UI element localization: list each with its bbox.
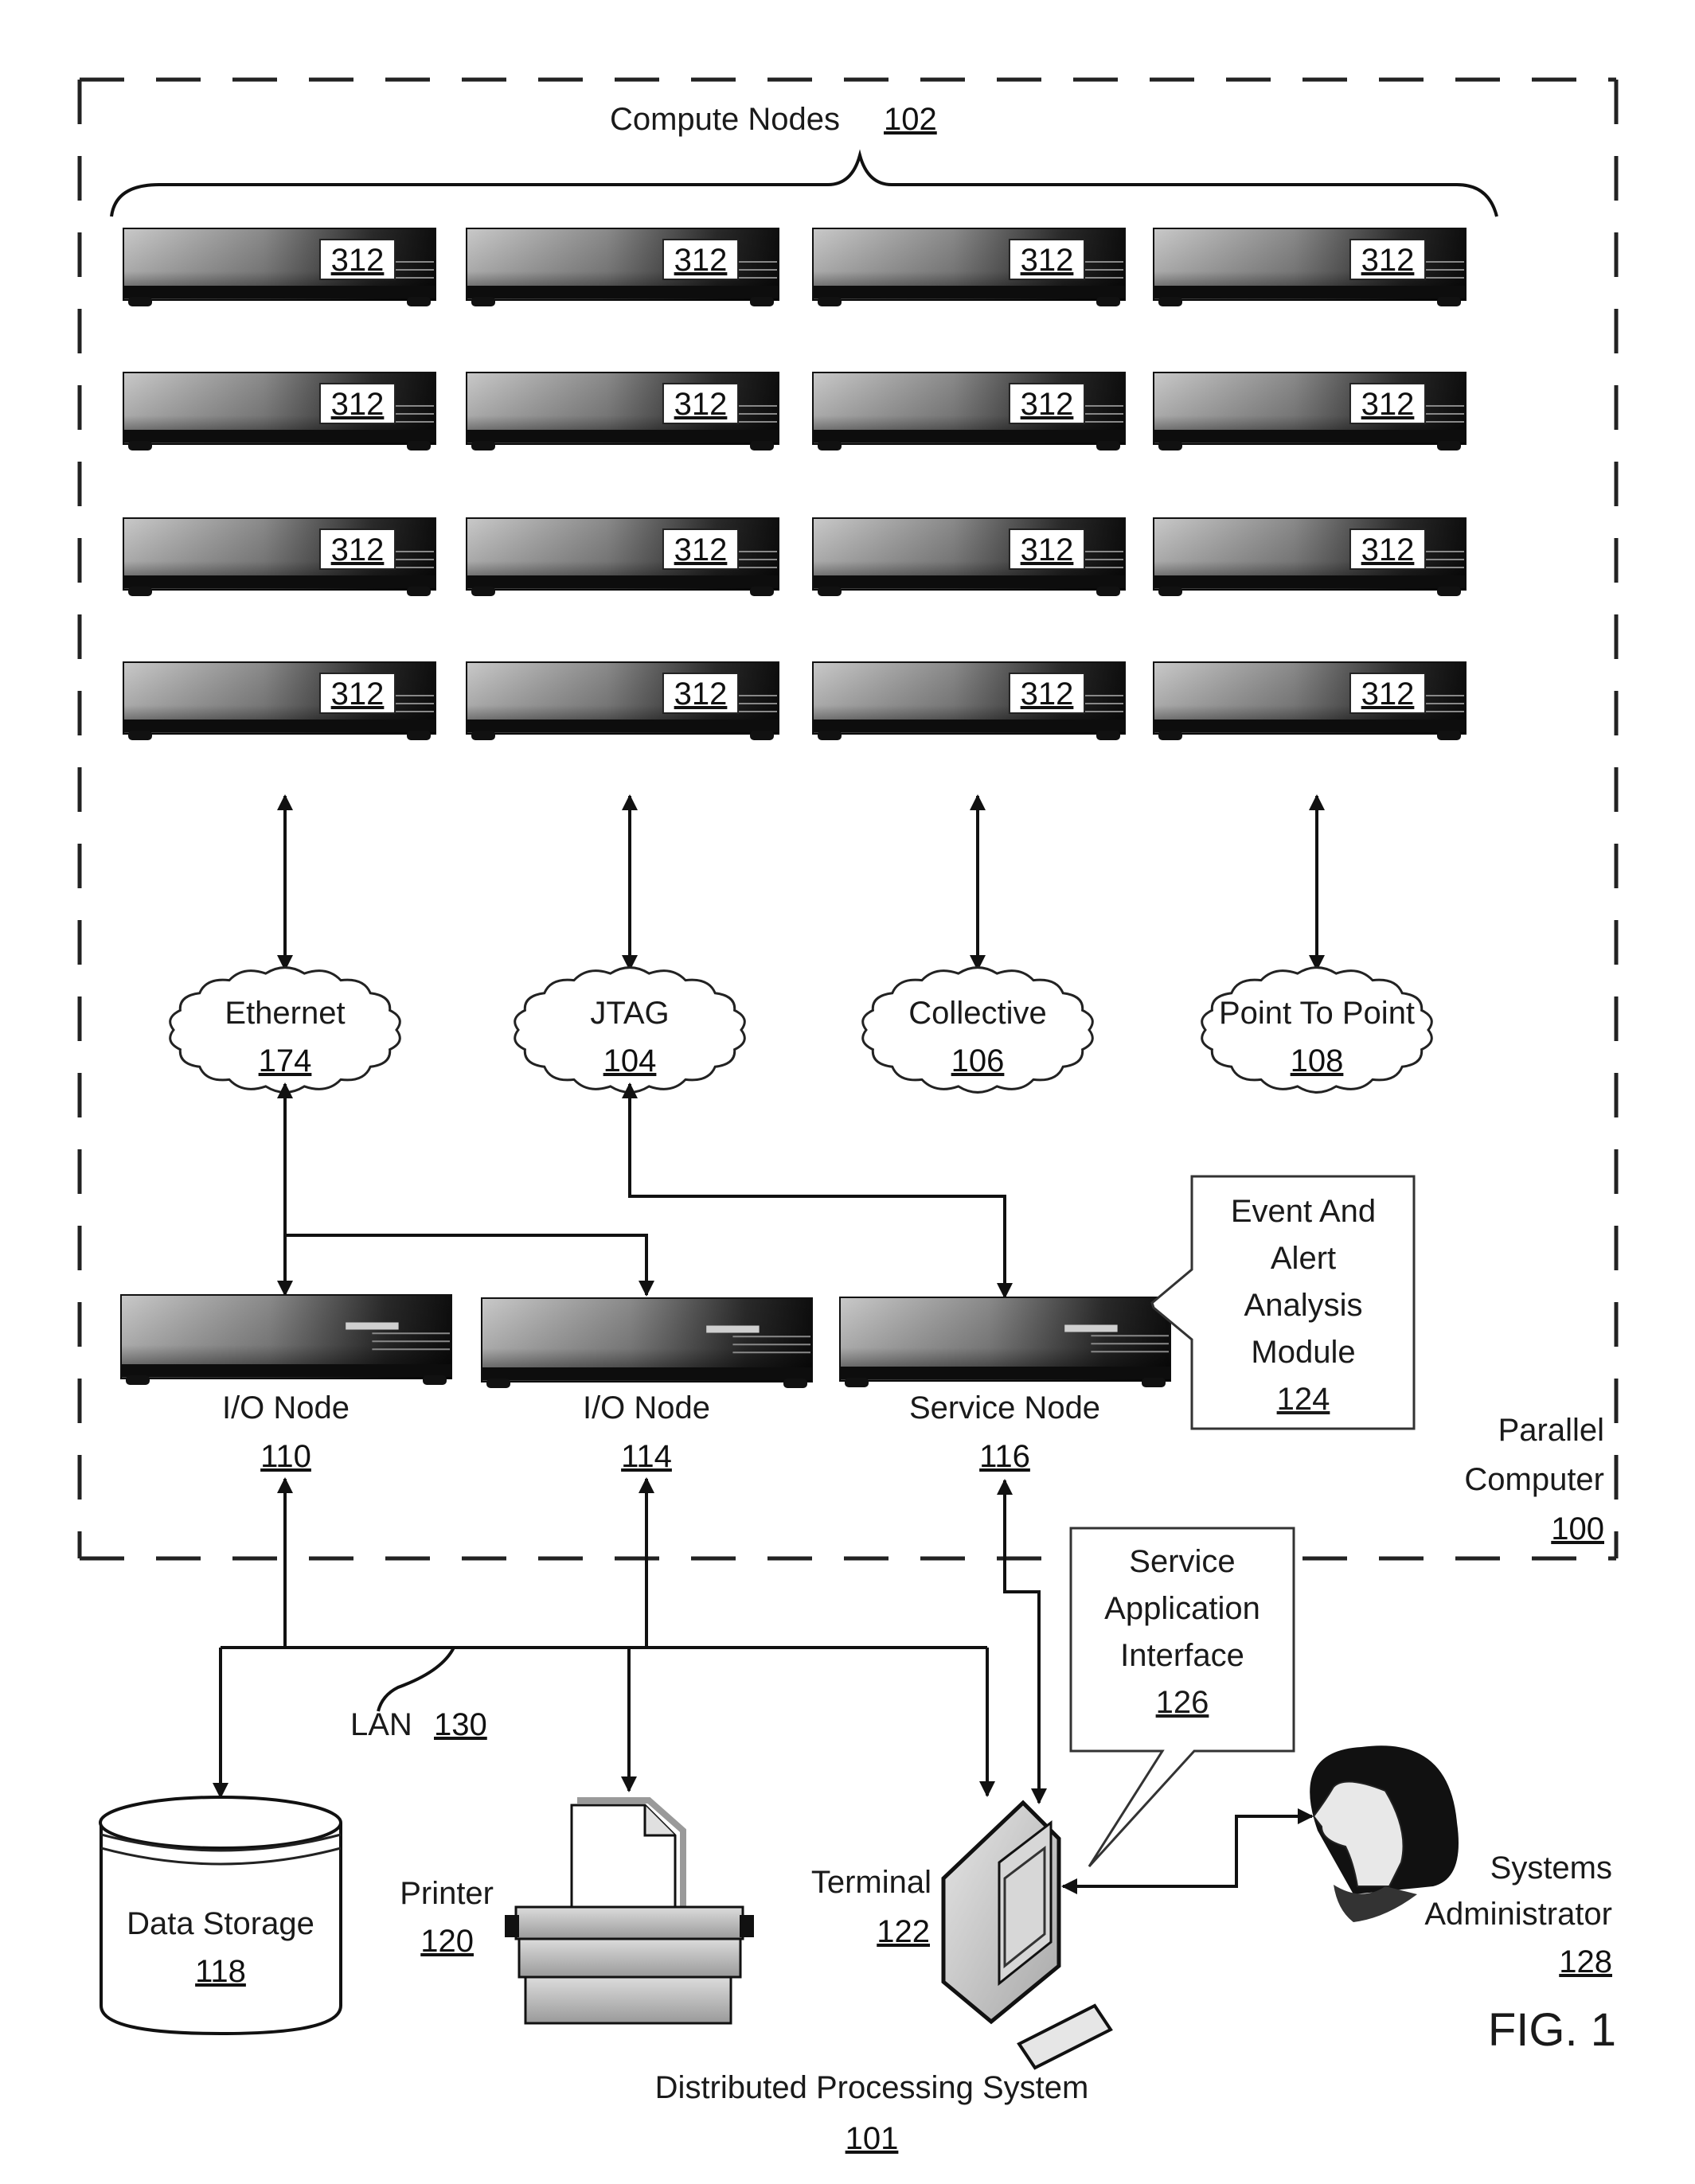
data-storage[interactable]: Data Storage 118 bbox=[99, 1796, 342, 2036]
parallel-computer-label-line2: Computer bbox=[1464, 1462, 1604, 1497]
admin-label-line1: Systems bbox=[1490, 1851, 1612, 1886]
callout-line: Analysis bbox=[1244, 1288, 1363, 1323]
compute-node[interactable]: 312 bbox=[123, 661, 436, 740]
callout-ref: 126 bbox=[1156, 1685, 1209, 1720]
compute-node-ref: 312 bbox=[1021, 243, 1074, 278]
compute-node[interactable]: 312 bbox=[123, 372, 436, 450]
parallel-computer-label-line1: Parallel bbox=[1498, 1413, 1604, 1448]
compute-node-ref: 312 bbox=[1361, 677, 1415, 712]
compute-node[interactable]: 312 bbox=[1153, 372, 1467, 450]
node-ref: 114 bbox=[621, 1439, 672, 1474]
node-i-o-node110[interactable] bbox=[120, 1294, 452, 1385]
compute-node-ref: 312 bbox=[674, 387, 728, 422]
node-service-node116[interactable] bbox=[839, 1297, 1171, 1387]
compute-node-ref: 312 bbox=[674, 532, 728, 567]
lan-connections bbox=[213, 1477, 1047, 1804]
printer[interactable] bbox=[505, 1797, 754, 2025]
network-ref: 106 bbox=[951, 1043, 1005, 1078]
compute-node-ref: 312 bbox=[1361, 243, 1415, 278]
compute-node[interactable]: 312 bbox=[466, 228, 779, 306]
compute-node[interactable]: 312 bbox=[466, 517, 779, 596]
cloud-to-node-connectors bbox=[277, 1082, 1013, 1299]
compute-node-ref: 312 bbox=[1361, 532, 1415, 567]
network-clouds: Ethernet 174 JTAG 104 Collective 106 Point To … bbox=[169, 966, 1433, 1094]
node-i-o-node114[interactable] bbox=[481, 1297, 813, 1388]
admin-label-line2: Administrator bbox=[1424, 1897, 1612, 1932]
node-name: Service Node bbox=[909, 1390, 1100, 1425]
node-ref: 110 bbox=[260, 1439, 311, 1474]
system-title: Distributed Processing System bbox=[655, 2070, 1089, 2105]
admin-ref: 128 bbox=[1559, 1944, 1612, 1979]
network-point-to-point[interactable]: Point To Point 108 bbox=[1201, 966, 1433, 1094]
node-name: I/O Node bbox=[583, 1390, 710, 1425]
compute-node-grid: 312 312 312 312 312 312 312 312 312 312 312 312 312 3… bbox=[123, 228, 1467, 740]
network-arrows bbox=[277, 794, 1325, 971]
compute-node-ref: 312 bbox=[1021, 677, 1074, 712]
parallel-computer-ref: 100 bbox=[1551, 1511, 1604, 1546]
lan-ref: 130 bbox=[434, 1707, 487, 1742]
compute-node[interactable]: 312 bbox=[1153, 661, 1467, 740]
compute-node[interactable]: 312 bbox=[812, 661, 1126, 740]
compute-nodes-ref: 102 bbox=[884, 102, 937, 137]
terminal-ref: 122 bbox=[877, 1914, 930, 1949]
callout-ref: 124 bbox=[1277, 1382, 1330, 1417]
callout-line: Service bbox=[1129, 1544, 1235, 1579]
printer-label: Printer bbox=[400, 1876, 494, 1911]
compute-node-ref: 312 bbox=[1361, 387, 1415, 422]
lan-label: LAN bbox=[350, 1707, 412, 1742]
network-ref: 174 bbox=[259, 1043, 312, 1078]
compute-node-ref: 312 bbox=[331, 387, 385, 422]
network-name: Ethernet bbox=[225, 996, 345, 1031]
data-storage-label: Data Storage bbox=[127, 1906, 314, 1941]
node-name: I/O Node bbox=[222, 1390, 350, 1425]
network-name: Collective bbox=[908, 996, 1046, 1031]
compute-node[interactable]: 312 bbox=[812, 517, 1126, 596]
compute-node[interactable]: 312 bbox=[466, 372, 779, 450]
event-alert-analysis-callout[interactable]: Event And Alert Analysis Module 124 bbox=[1150, 1175, 1416, 1430]
compute-nodes-title: Compute Nodes bbox=[610, 102, 840, 137]
network-ethernet[interactable]: Ethernet 174 bbox=[169, 966, 401, 1094]
callout-line: Application bbox=[1104, 1591, 1260, 1626]
distributed-processing-system-diagram: Compute Nodes 102 312 312 312 312312 312 312 3… bbox=[77, 77, 1619, 2156]
network-jtag[interactable]: JTAG 104 bbox=[514, 966, 746, 1094]
callout-line: Alert bbox=[1271, 1241, 1336, 1276]
compute-node[interactable]: 312 bbox=[1153, 517, 1467, 596]
compute-node-ref: 312 bbox=[674, 243, 728, 278]
network-name: JTAG bbox=[590, 996, 669, 1031]
compute-node[interactable]: 312 bbox=[812, 372, 1126, 450]
compute-node-ref: 312 bbox=[331, 243, 385, 278]
compute-node[interactable]: 312 bbox=[812, 228, 1126, 306]
network-ref: 104 bbox=[603, 1043, 657, 1078]
system-ref: 101 bbox=[846, 2121, 899, 2156]
network-name: Point To Point bbox=[1219, 996, 1415, 1031]
compute-nodes-brace bbox=[110, 149, 1498, 217]
terminal[interactable] bbox=[941, 1800, 1113, 2070]
compute-node-ref: 312 bbox=[1021, 532, 1074, 567]
systems-administrator-avatar[interactable] bbox=[1310, 1745, 1459, 1922]
service-and-io-nodes: I/O Node 110 I/O Node 114 Service Node 116 bbox=[120, 1294, 1171, 1474]
data-storage-ref: 118 bbox=[195, 1954, 246, 1989]
compute-node[interactable]: 312 bbox=[1153, 228, 1467, 306]
callout-line: Event And bbox=[1231, 1194, 1376, 1229]
callout-line: Module bbox=[1251, 1335, 1355, 1370]
compute-node[interactable]: 312 bbox=[466, 661, 779, 740]
compute-node-ref: 312 bbox=[331, 532, 385, 567]
terminal-label: Terminal bbox=[811, 1865, 931, 1900]
printer-ref: 120 bbox=[420, 1924, 474, 1959]
compute-node[interactable]: 312 bbox=[123, 517, 436, 596]
callout-line: Interface bbox=[1120, 1638, 1244, 1673]
compute-node-ref: 312 bbox=[331, 677, 385, 712]
compute-node-ref: 312 bbox=[1021, 387, 1074, 422]
figure-label: FIG. 1 bbox=[1488, 2004, 1616, 2056]
node-ref: 116 bbox=[979, 1439, 1030, 1474]
compute-node-ref: 312 bbox=[674, 677, 728, 712]
network-ref: 108 bbox=[1291, 1043, 1344, 1078]
compute-node[interactable]: 312 bbox=[123, 228, 436, 306]
network-collective[interactable]: Collective 106 bbox=[861, 966, 1094, 1094]
